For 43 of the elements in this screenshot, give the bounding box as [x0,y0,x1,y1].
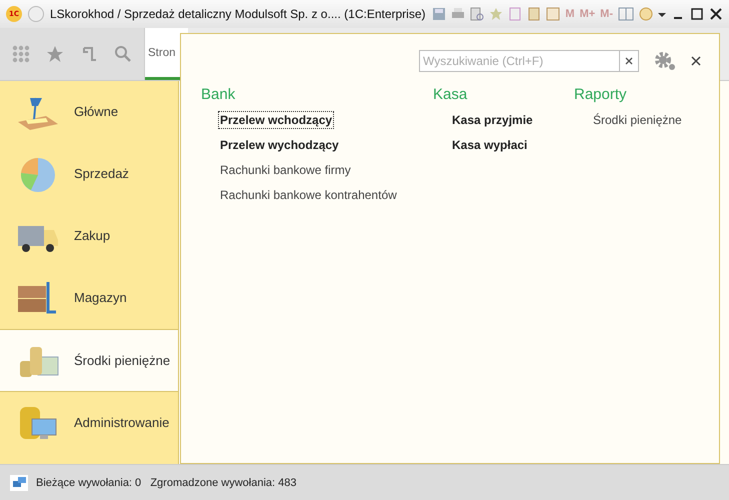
command-link[interactable]: Kasa przyjmie [450,111,535,129]
close-icon [625,57,633,65]
sidebar-item[interactable]: Główne [0,81,178,143]
group-title: Raporty [574,86,627,103]
command-link[interactable]: Przelew wchodzący [218,111,334,129]
info-icon[interactable] [639,7,653,21]
sidebar-item-label: Środki pieniężne [74,353,170,368]
sidebar-item-label: Sprzedaż [74,166,129,181]
maximize-icon[interactable] [690,7,704,21]
sidebar-item[interactable]: Administrowanie [0,392,178,454]
sidebar-item-label: Główne [74,104,118,119]
sidebar-item[interactable]: Środki pieniężne [0,329,178,392]
sidebar-item-label: Zakup [74,228,110,243]
sidebar-item[interactable]: Zakup [0,205,178,267]
clear-search-button[interactable] [620,50,639,72]
star-icon[interactable] [46,45,64,63]
search-icon[interactable] [114,45,132,63]
window-title: LSkorokhod / Sprzedaż detaliczny Modulsoft Sp. z o.... (1C:Enterprise) [50,7,426,21]
group-title: Bank [201,86,236,103]
group-title: Kasa [433,86,468,103]
close-icon[interactable] [709,7,723,21]
save-icon[interactable] [432,7,446,21]
sidebar-item[interactable]: Magazyn [0,267,178,329]
star-icon[interactable] [489,7,504,21]
search-field[interactable]: Wyszukiwanie (Ctrl+F) [419,50,620,72]
print-icon[interactable] [451,7,466,21]
command-link[interactable]: Rachunki bankowe firmy [218,161,353,179]
command-link[interactable]: Kasa wypłaci [450,136,530,154]
command-link[interactable]: Przelew wychodzący [218,136,341,154]
history-icon[interactable] [80,45,98,63]
preview-icon[interactable] [470,7,484,21]
network-computers-icon [10,474,28,490]
status-text: Bieżące wywołania: 0 Zgromadzone wywołania: 483 [36,476,296,488]
settings-icon[interactable] [653,50,677,72]
menu-circle-icon[interactable] [28,6,44,22]
close-icon[interactable] [691,56,701,66]
sidebar-item[interactable]: Sprzedaż [0,143,178,205]
sidebar-item-label: Administrowanie [74,415,170,430]
command-link[interactable]: Rachunki bankowe kontrahentów [218,186,399,204]
grid-menu-icon[interactable] [12,45,30,63]
command-link[interactable]: Środki pieniężne [591,111,684,129]
panels-icon[interactable] [618,7,634,21]
sidebar-item-label: Magazyn [74,290,127,305]
